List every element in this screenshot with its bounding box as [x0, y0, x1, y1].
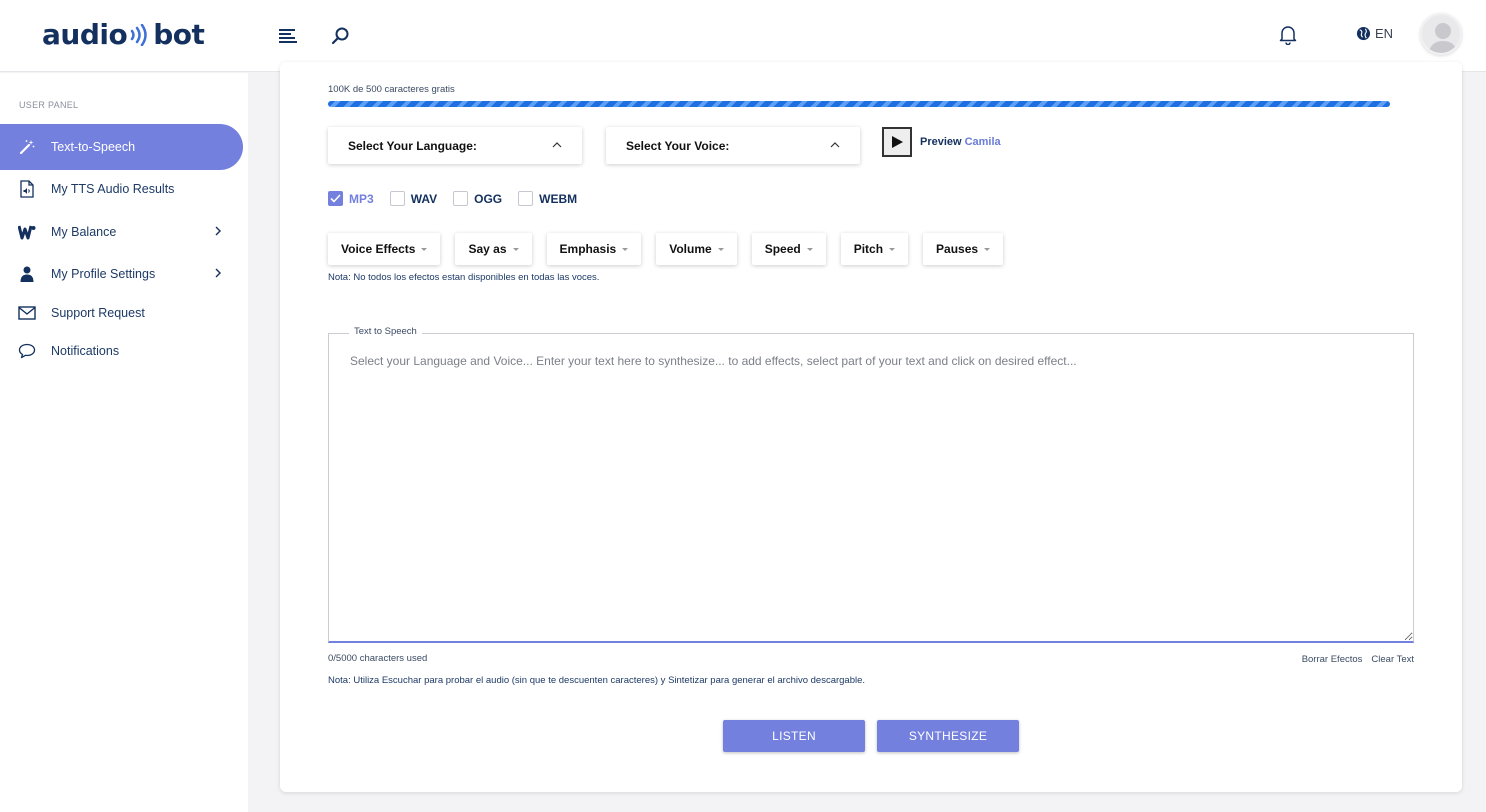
effect-label: Voice Effects	[341, 242, 416, 256]
volume-dropdown[interactable]: Volume	[656, 233, 737, 265]
sidebar-item-label: Text-to-Speech	[51, 140, 136, 154]
search-icon[interactable]	[328, 24, 352, 48]
say-as-dropdown[interactable]: Say as	[455, 233, 532, 265]
checkbox-icon[interactable]	[518, 191, 534, 206]
audiobot-logo[interactable]: audio bot	[42, 18, 205, 51]
caret-down-icon	[512, 248, 519, 251]
voice-select-label: Select Your Voice:	[626, 138, 730, 153]
bell-icon[interactable]	[1276, 23, 1300, 47]
menu-toggle-icon[interactable]	[276, 24, 300, 48]
magic-wand-icon	[18, 138, 36, 156]
quota-progress-fill	[328, 101, 1390, 107]
sidebar: USER PANEL Text-to-Speech My TTS Audio R…	[0, 73, 248, 812]
sidebar-item-text-to-speech[interactable]: Text-to-Speech	[0, 124, 243, 170]
preview-text: Preview	[920, 136, 962, 148]
logo-text-left: audio	[42, 18, 128, 51]
format-label: WEBM	[539, 191, 578, 206]
sidebar-item-tts-audio-results[interactable]: My TTS Audio Results	[0, 166, 243, 212]
play-icon[interactable]	[882, 127, 912, 157]
format-label: MP3	[349, 191, 374, 206]
clear-effects-link[interactable]: Borrar Efectos	[1302, 654, 1363, 665]
chevron-right-icon	[212, 225, 224, 237]
sidebar-item-label: Support Request	[51, 306, 145, 320]
sound-waves-icon	[129, 23, 149, 46]
language-code: EN	[1375, 26, 1394, 41]
text-to-speech-field: Text to Speech	[328, 326, 1414, 643]
emphasis-dropdown[interactable]: Emphasis	[546, 233, 642, 265]
format-mp3-checkbox[interactable]: MP3	[328, 191, 374, 206]
checkbox-icon[interactable]	[453, 191, 469, 206]
caret-down-icon	[889, 248, 896, 251]
character-count: 0/5000 characters used	[328, 653, 428, 664]
preview-voice-name: Camila	[964, 136, 1001, 148]
caret-down-icon	[717, 248, 724, 251]
voice-select[interactable]: Select Your Voice:	[606, 127, 860, 164]
preview-voice-button[interactable]: Preview Camila	[882, 127, 1001, 157]
effect-label: Pitch	[853, 242, 884, 256]
audio-format-options: MP3 WAV OGG WEBM	[328, 191, 577, 206]
audio-file-icon	[18, 180, 36, 198]
chevron-up-icon	[552, 142, 562, 148]
voice-effects-dropdown[interactable]: Voice Effects	[328, 233, 441, 265]
usage-note: Nota: Utiliza Escuchar para probar el au…	[328, 675, 866, 686]
checkbox-icon[interactable]	[389, 191, 405, 206]
user-avatar[interactable]	[1420, 13, 1462, 55]
format-label: WAV	[410, 191, 438, 206]
effect-label: Emphasis	[559, 242, 617, 256]
effect-label: Say as	[468, 242, 507, 256]
effect-label: Speed	[764, 242, 801, 256]
sidebar-item-label: My Profile Settings	[51, 267, 156, 281]
text-input[interactable]	[329, 334, 1413, 641]
globe-icon	[1356, 26, 1371, 41]
format-wav-checkbox[interactable]: WAV	[389, 191, 438, 206]
language-select[interactable]: Select Your Language:	[328, 127, 582, 164]
effects-toolbar: Voice Effects Say as Emphasis Volume Spe…	[328, 233, 1004, 265]
envelope-icon	[18, 304, 36, 322]
chat-bubble-icon	[18, 342, 36, 360]
clear-text-link[interactable]: Clear Text	[1371, 654, 1414, 665]
checkbox-checked-icon[interactable]	[328, 191, 343, 206]
sidebar-item-label: Notifications	[51, 344, 120, 358]
preview-label: Preview Camila	[920, 136, 1001, 148]
language-select-label: Select Your Language:	[348, 138, 477, 153]
pauses-dropdown[interactable]: Pauses	[923, 233, 1004, 265]
effect-label: Volume	[669, 242, 712, 256]
format-ogg-checkbox[interactable]: OGG	[453, 191, 502, 206]
synthesize-button[interactable]: SYNTHESIZE	[877, 720, 1019, 752]
caret-down-icon	[984, 248, 991, 251]
text-actions: Borrar Efectos Clear Text	[1302, 654, 1414, 665]
speed-dropdown[interactable]: Speed	[751, 233, 826, 265]
sidebar-heading: USER PANEL	[19, 100, 79, 110]
sidebar-item-notifications[interactable]: Notifications	[0, 328, 243, 374]
quota-text: 100K de 500 caracteres gratis	[328, 84, 455, 95]
caret-down-icon	[421, 248, 428, 251]
quota-progress-bar	[328, 101, 1390, 107]
format-label: OGG	[474, 191, 503, 206]
pitch-dropdown[interactable]: Pitch	[840, 233, 909, 265]
sidebar-item-label: My Balance	[51, 225, 117, 239]
effect-label: Pauses	[936, 242, 979, 256]
wallet-icon	[18, 223, 36, 241]
listen-button[interactable]: LISTEN	[723, 720, 865, 752]
format-webm-checkbox[interactable]: WEBM	[518, 191, 577, 206]
language-switcher[interactable]: EN	[1356, 26, 1393, 41]
user-icon	[18, 265, 36, 283]
chevron-up-icon	[830, 142, 840, 148]
logo-text-right: bot	[153, 18, 205, 51]
sidebar-item-label: My TTS Audio Results	[51, 182, 175, 196]
effects-note: Nota: No todos los efectos estan disponi…	[328, 272, 600, 283]
caret-down-icon	[622, 248, 629, 251]
caret-down-icon	[806, 248, 813, 251]
sidebar-item-my-balance[interactable]: My Balance	[0, 209, 243, 255]
chevron-right-icon	[212, 267, 224, 279]
